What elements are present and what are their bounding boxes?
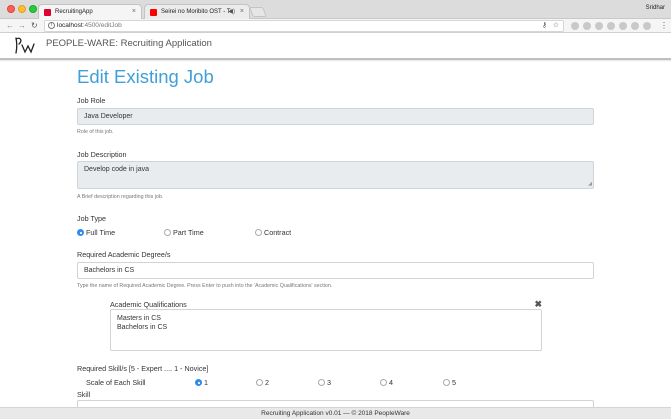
peopleware-logo-icon[interactable] [13, 35, 39, 55]
skill-scale-5[interactable]: 5 [443, 378, 456, 387]
info-icon[interactable]: i [48, 22, 55, 29]
tab-title: RecruitingApp [55, 9, 93, 15]
radio-label: 4 [389, 378, 393, 387]
url-path: :4500/editJob [82, 22, 122, 29]
radio-label: Part Time [173, 228, 204, 237]
radio-button[interactable] [318, 379, 325, 386]
maximize-window-button[interactable] [29, 5, 37, 13]
job-description-value: Develop code in java [84, 166, 149, 173]
radio-button[interactable] [380, 379, 387, 386]
star-icon[interactable]: ☆ [553, 21, 559, 31]
radio-button[interactable] [255, 229, 262, 236]
list-item: Bachelors in CS [117, 324, 168, 331]
app-brand[interactable]: PEOPLE-WARE: Recruiting Application [46, 38, 212, 49]
radio-label: Full Time [86, 228, 116, 237]
youtube-icon [150, 8, 157, 16]
new-tab-button[interactable] [249, 7, 267, 17]
extension-icon[interactable] [631, 22, 639, 30]
app-header: PEOPLE-WARE: Recruiting Application [0, 33, 671, 60]
extension-icon[interactable] [619, 22, 627, 30]
extension-icon[interactable] [643, 22, 651, 30]
job-type-label: Job Type [77, 214, 107, 223]
skill-scale-1[interactable]: 1 [195, 378, 208, 387]
radio-button[interactable] [443, 379, 450, 386]
forward-arrow-icon[interactable]: → [18, 21, 26, 31]
minimize-window-button[interactable] [18, 5, 26, 13]
skill-scale-4[interactable]: 4 [380, 378, 393, 387]
skills-label: Required Skill/s [5 - Expert .... 1 - No… [77, 364, 209, 373]
radio-button[interactable] [77, 229, 84, 236]
academic-degree-label: Required Academic Degree/s [77, 250, 171, 259]
extension-icon[interactable] [583, 22, 591, 30]
angular-icon [44, 8, 51, 16]
radio-label: 2 [265, 378, 269, 387]
profile-name[interactable]: Sridhar [646, 5, 665, 11]
close-icon[interactable]: × [240, 8, 244, 15]
resize-handle-icon[interactable]: ◢ [588, 181, 592, 187]
browser-tab-strip: RecruitingApp × Seirei no Moribito OST -… [0, 0, 671, 19]
skill-scale-3[interactable]: 3 [318, 378, 331, 387]
scale-label: Scale of Each Skill [86, 378, 146, 387]
radio-label: 3 [327, 378, 331, 387]
page-title: Edit Existing Job [77, 66, 214, 87]
address-bar[interactable]: i localhost:4500/editJob ⚷ ☆ [44, 20, 564, 32]
job-type-part-time[interactable]: Part Time [164, 228, 204, 237]
key-icon[interactable]: ⚷ [542, 21, 547, 31]
extension-icon[interactable] [595, 22, 603, 30]
browser-toolbar: ← → ↻ i localhost:4500/editJob ⚷ ☆ ⋮ [0, 19, 671, 33]
list-item: Masters in CS [117, 315, 161, 322]
radio-label: 5 [452, 378, 456, 387]
job-description-label: Job Description [77, 150, 127, 159]
radio-button[interactable] [195, 379, 202, 386]
academic-qualifications-list[interactable]: Masters in CS Bachelors in CS [110, 309, 542, 351]
close-icon[interactable]: × [132, 8, 136, 15]
skill-label: Skill [77, 390, 91, 399]
job-role-input[interactable]: Java Developer [77, 108, 594, 125]
job-description-help: A Brief description regarding this job. [77, 194, 164, 200]
browser-tab-recruitingapp[interactable]: RecruitingApp × [38, 4, 142, 19]
extension-icon[interactable] [571, 22, 579, 30]
job-type-contract[interactable]: Contract [255, 228, 291, 237]
job-description-textarea[interactable]: Develop code in java ◢ [77, 161, 594, 189]
academic-qualifications-title: Academic Qualifications [110, 300, 187, 309]
radio-button[interactable] [256, 379, 263, 386]
speaker-icon[interactable]: ◀) [228, 8, 235, 15]
tab-title: Seirei no Moribito OST - To [161, 9, 234, 15]
close-window-button[interactable] [7, 5, 15, 13]
job-type-full-time[interactable]: Full Time [77, 228, 115, 237]
job-role-label: Job Role [77, 96, 106, 105]
radio-label: 1 [204, 378, 208, 387]
app-footer: Recruiting Application v0.01 — © 2018 Pe… [0, 407, 671, 419]
academic-degree-input[interactable]: Bachelors in CS [77, 262, 594, 279]
reload-icon[interactable]: ↻ [31, 21, 38, 31]
extension-icon[interactable] [607, 22, 615, 30]
back-arrow-icon[interactable]: ← [6, 21, 14, 31]
browser-tab-youtube[interactable]: Seirei no Moribito OST - To ◀) × [144, 4, 250, 19]
academic-degree-help: Type the name of Required Academic Degre… [77, 283, 333, 289]
menu-kebab-icon[interactable]: ⋮ [660, 21, 668, 31]
job-role-help: Role of this job. [77, 129, 114, 135]
radio-label: Contract [264, 228, 292, 237]
url-host: localhost [57, 22, 83, 29]
radio-button[interactable] [164, 229, 171, 236]
skill-scale-2[interactable]: 2 [256, 378, 269, 387]
